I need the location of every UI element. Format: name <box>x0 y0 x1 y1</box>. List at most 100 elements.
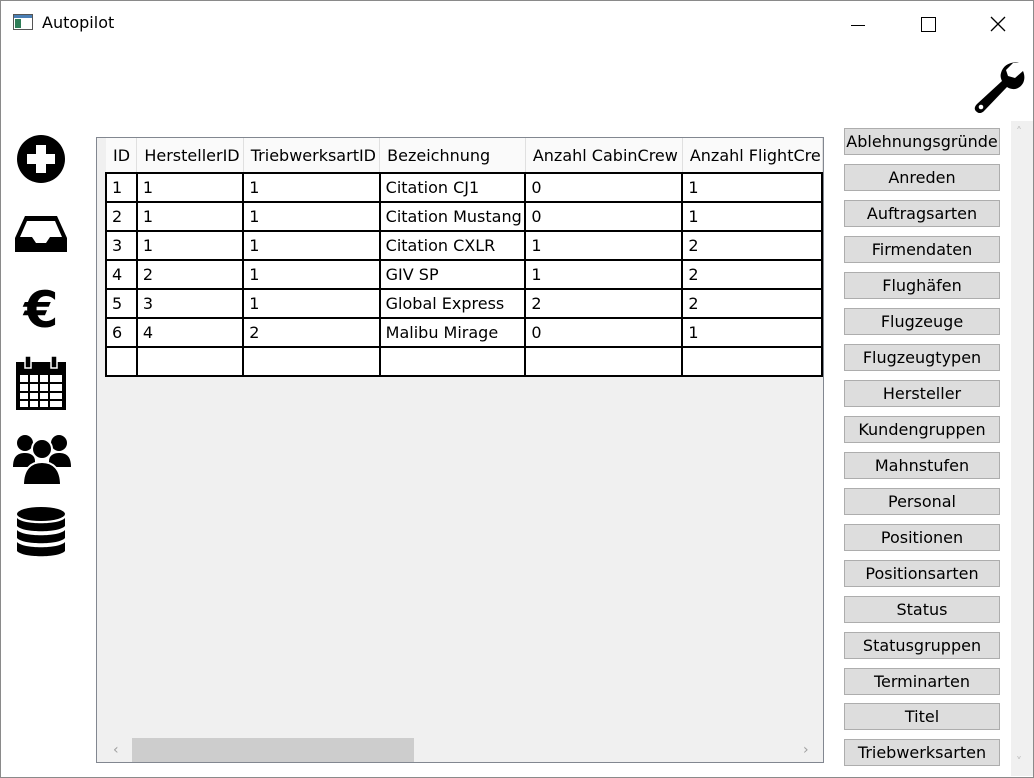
database-icon[interactable] <box>13 504 71 562</box>
cell-id[interactable]: 4 <box>105 259 138 290</box>
cell-anzahl-flightcrew[interactable] <box>681 346 823 377</box>
inbox-tray-icon[interactable] <box>13 206 71 264</box>
minimize-button[interactable] <box>823 1 893 47</box>
table-button-flugzeugtypen[interactable]: Flugzeugtypen <box>844 344 1000 371</box>
vertical-scrollbar[interactable]: ˄ ˅ <box>1011 121 1033 776</box>
table-button-statusgruppen[interactable]: Statusgruppen <box>844 632 1000 659</box>
table-button-hersteller[interactable]: Hersteller <box>844 380 1000 407</box>
cell-anzahl-flightcrew[interactable]: 1 <box>681 317 823 348</box>
table-button-flughaefen[interactable]: Flughäfen <box>844 272 1000 299</box>
cell-bezeichnung[interactable]: Citation Mustang <box>378 201 527 232</box>
column-header-anzahl-cabincrew[interactable]: Anzahl CabinCrew <box>525 138 683 174</box>
table-row[interactable]: 4 2 1 GIV SP 1 2 <box>105 259 823 290</box>
table-row[interactable]: 1 1 1 Citation CJ1 0 1 <box>105 172 823 203</box>
table-button-ablehnungsgruende[interactable]: Ablehnungsgründe <box>844 128 1000 155</box>
cell-herstellerid[interactable]: 3 <box>135 288 245 319</box>
cell-anzahl-flightcrew[interactable]: 1 <box>681 172 823 203</box>
cell-id[interactable]: 5 <box>105 288 138 319</box>
minimize-icon <box>851 24 865 26</box>
people-group-icon[interactable] <box>13 429 71 487</box>
column-header-triebwerksartid[interactable]: TriebwerksartID <box>243 138 381 174</box>
cell-id[interactable]: 6 <box>105 317 138 348</box>
cell-herstellerid[interactable]: 1 <box>135 230 245 261</box>
window-title: Autopilot <box>42 13 115 32</box>
cell-anzahl-cabincrew[interactable]: 1 <box>524 230 684 261</box>
column-header-herstellerid[interactable]: HerstellerID <box>136 138 244 174</box>
scroll-left-icon[interactable]: ‹ <box>113 742 119 758</box>
scroll-right-icon[interactable]: › <box>803 742 809 758</box>
calendar-icon[interactable] <box>13 356 71 414</box>
scroll-down-icon[interactable]: ˅ <box>1016 755 1022 769</box>
cell-anzahl-flightcrew[interactable]: 2 <box>681 230 823 261</box>
cell-anzahl-cabincrew[interactable]: 0 <box>524 201 684 232</box>
column-header-id[interactable]: ID <box>106 138 138 174</box>
cell-bezeichnung[interactable]: Citation CJ1 <box>378 172 527 203</box>
table-button-positionen[interactable]: Positionen <box>844 524 1000 551</box>
cell-anzahl-flightcrew[interactable]: 2 <box>681 288 823 319</box>
grid-viewport: ID HerstellerID TriebwerksartID Bezeichn… <box>105 138 823 738</box>
horizontal-scrollbar[interactable]: ‹ › <box>97 738 823 762</box>
cell-anzahl-cabincrew[interactable]: 0 <box>524 317 684 348</box>
wrench-icon[interactable] <box>971 59 1025 113</box>
new-row-placeholder[interactable] <box>105 346 823 377</box>
horizontal-scroll-thumb[interactable] <box>132 738 414 762</box>
table-button-titel[interactable]: Titel <box>844 703 1000 730</box>
cell-bezeichnung[interactable]: Citation CXLR <box>378 230 527 261</box>
table-button-auftragsarten[interactable]: Auftragsarten <box>844 200 1000 227</box>
table-button-kundengruppen[interactable]: Kundengruppen <box>844 416 1000 443</box>
table-button-anreden[interactable]: Anreden <box>844 164 1000 191</box>
cell-herstellerid[interactable]: 1 <box>135 201 245 232</box>
euro-icon[interactable]: € <box>13 279 71 337</box>
maximize-icon <box>920 16 936 32</box>
cell-bezeichnung[interactable]: Malibu Mirage <box>378 317 527 348</box>
cell-triebwerksartid[interactable] <box>242 346 381 377</box>
cell-bezeichnung[interactable]: GIV SP <box>378 259 527 290</box>
table-button-triebwerksarten[interactable]: Triebwerksarten <box>844 739 1000 766</box>
cell-bezeichnung[interactable]: Global Express <box>378 288 527 319</box>
column-header-bezeichnung[interactable]: Bezeichnung <box>379 138 526 174</box>
table-button-terminarten[interactable]: Terminarten <box>844 668 1000 695</box>
cell-id[interactable]: 2 <box>105 201 138 232</box>
table-selector-list: Ablehnungsgründe Anreden Auftragsarten F… <box>841 121 1011 773</box>
table-button-flugzeuge[interactable]: Flugzeuge <box>844 308 1000 335</box>
add-circle-icon[interactable] <box>13 131 71 189</box>
cell-triebwerksartid[interactable]: 1 <box>242 288 381 319</box>
table-button-firmendaten[interactable]: Firmendaten <box>844 236 1000 263</box>
title-bar[interactable]: Autopilot <box>1 1 1033 47</box>
cell-anzahl-cabincrew[interactable]: 0 <box>524 172 684 203</box>
data-grid[interactable]: ID HerstellerID TriebwerksartID Bezeichn… <box>96 137 824 763</box>
cell-herstellerid[interactable]: 1 <box>135 172 245 203</box>
table-row[interactable]: 6 4 2 Malibu Mirage 0 1 <box>105 317 823 348</box>
cell-anzahl-flightcrew[interactable]: 1 <box>681 201 823 232</box>
cell-anzahl-cabincrew[interactable] <box>524 346 684 377</box>
app-window-icon <box>13 14 33 30</box>
table-row[interactable]: 3 1 1 Citation CXLR 1 2 <box>105 230 823 261</box>
cell-herstellerid[interactable]: 2 <box>135 259 245 290</box>
grid-header-row: ID HerstellerID TriebwerksartID Bezeichn… <box>106 138 823 174</box>
column-header-anzahl-flightcrew[interactable]: Anzahl FlightCre <box>682 138 823 174</box>
table-row[interactable]: 2 1 1 Citation Mustang 0 1 <box>105 201 823 232</box>
cell-triebwerksartid[interactable]: 1 <box>242 259 381 290</box>
table-button-personal[interactable]: Personal <box>844 488 1000 515</box>
close-button[interactable] <box>963 1 1033 47</box>
cell-bezeichnung[interactable] <box>378 346 527 377</box>
cell-triebwerksartid[interactable]: 1 <box>242 230 381 261</box>
scroll-up-icon[interactable]: ˄ <box>1016 125 1022 139</box>
table-row[interactable]: 5 3 1 Global Express 2 2 <box>105 288 823 319</box>
cell-herstellerid[interactable]: 4 <box>135 317 245 348</box>
table-button-mahnstufen[interactable]: Mahnstufen <box>844 452 1000 479</box>
maximize-button[interactable] <box>893 1 963 47</box>
cell-triebwerksartid[interactable]: 1 <box>242 201 381 232</box>
table-button-status[interactable]: Status <box>844 596 1000 623</box>
close-icon <box>990 16 1006 32</box>
cell-anzahl-cabincrew[interactable]: 2 <box>524 288 684 319</box>
cell-anzahl-flightcrew[interactable]: 2 <box>681 259 823 290</box>
cell-id[interactable]: 1 <box>105 172 138 203</box>
cell-triebwerksartid[interactable]: 2 <box>242 317 381 348</box>
cell-herstellerid[interactable] <box>135 346 245 377</box>
cell-id[interactable]: 3 <box>105 230 138 261</box>
cell-anzahl-cabincrew[interactable]: 1 <box>524 259 684 290</box>
cell-triebwerksartid[interactable]: 1 <box>242 172 381 203</box>
table-button-positionsarten[interactable]: Positionsarten <box>844 560 1000 587</box>
cell-id[interactable] <box>105 346 138 377</box>
